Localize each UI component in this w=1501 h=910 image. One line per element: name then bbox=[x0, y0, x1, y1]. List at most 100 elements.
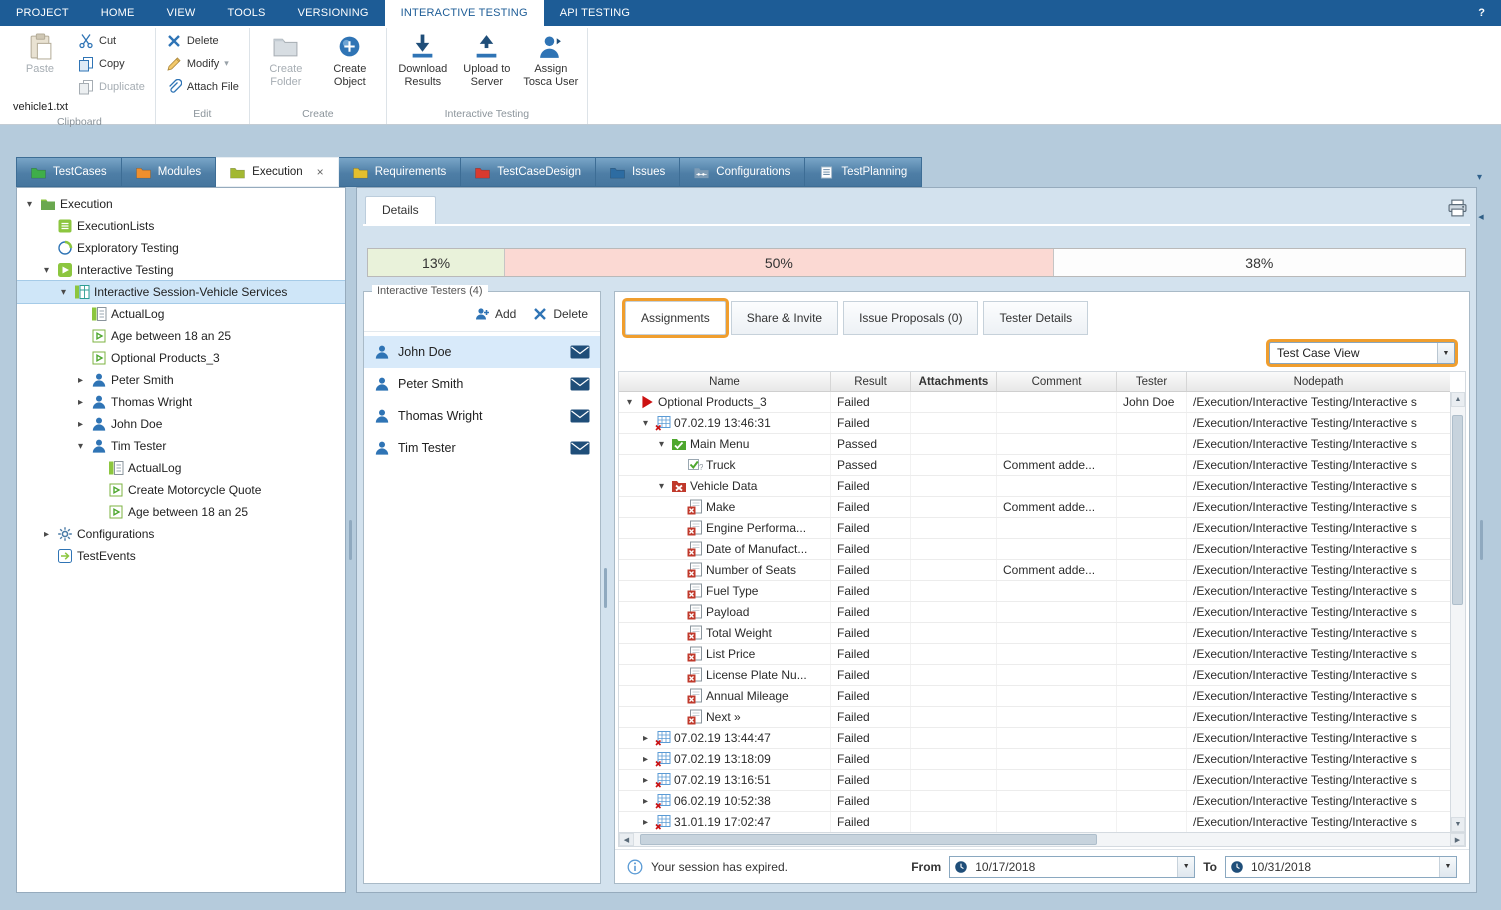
tree-expander-icon[interactable]: ▸ bbox=[74, 375, 87, 386]
row-expander-icon[interactable]: ▾ bbox=[623, 397, 636, 408]
tree-expander-icon[interactable]: ▸ bbox=[74, 397, 87, 408]
table-row-optional-products-3[interactable]: ▾Optional Products_3FailedJohn Doe/Execu… bbox=[619, 392, 1450, 413]
testers-splitter[interactable] bbox=[601, 291, 614, 884]
tree-item-interactive-session-vehicle-services[interactable]: ▾Interactive Session-Vehicle Services bbox=[17, 281, 345, 303]
tree-item-exploratory-testing[interactable]: Exploratory Testing bbox=[17, 237, 345, 259]
tree-item-thomas-wright[interactable]: ▸Thomas Wright bbox=[17, 391, 345, 413]
column-header-name[interactable]: Name bbox=[619, 372, 831, 391]
table-row-number-of-seats[interactable]: Number of SeatsFailedComment adde.../Exe… bbox=[619, 560, 1450, 581]
tab-share-invite[interactable]: Share & Invite bbox=[731, 301, 838, 335]
close-icon[interactable]: × bbox=[317, 166, 324, 178]
upload-to-server-button[interactable]: Upload to Server bbox=[458, 30, 516, 88]
row-expander-icon[interactable]: ▾ bbox=[655, 481, 668, 492]
table-row-date-of-manufact[interactable]: Date of Manufact...Failed/Execution/Inte… bbox=[619, 539, 1450, 560]
scrollbar-thumb-horizontal[interactable] bbox=[640, 834, 1097, 845]
tree-item-age-between-18-an-25[interactable]: Age between 18 an 25 bbox=[17, 325, 345, 347]
scroll-up-icon[interactable]: ▲ bbox=[1451, 392, 1465, 407]
envelope-icon[interactable] bbox=[570, 409, 590, 423]
from-date-picker[interactable]: 10/17/2018 ▼ bbox=[949, 856, 1195, 878]
delete-button[interactable]: Delete bbox=[163, 30, 242, 51]
table-row-next[interactable]: Next »Failed/Execution/Interactive Testi… bbox=[619, 707, 1450, 728]
tree-item-create-motorcycle-quote[interactable]: Create Motorcycle Quote bbox=[17, 479, 345, 501]
column-header-result[interactable]: Result bbox=[831, 372, 911, 391]
tester-item-peter-smith[interactable]: Peter Smith bbox=[364, 368, 600, 400]
scroll-down-icon[interactable]: ▼ bbox=[1451, 817, 1465, 832]
table-row-annual-mileage[interactable]: Annual MileageFailed/Execution/Interacti… bbox=[619, 686, 1450, 707]
menu-tab-versioning[interactable]: VERSIONING bbox=[282, 0, 385, 26]
row-expander-icon[interactable]: ▸ bbox=[639, 796, 652, 807]
table-row-list-price[interactable]: List PriceFailed/Execution/Interactive T… bbox=[619, 644, 1450, 665]
tree-item-execution[interactable]: ▾Execution bbox=[17, 193, 345, 215]
download-results-button[interactable]: Download Results bbox=[394, 30, 452, 88]
table-row-vehicle-data[interactable]: ▾Vehicle DataFailed/Execution/Interactiv… bbox=[619, 476, 1450, 497]
tree-item-john-doe[interactable]: ▸John Doe bbox=[17, 413, 345, 435]
column-header-nodepath[interactable]: Nodepath bbox=[1187, 372, 1450, 391]
splitter-grip[interactable] bbox=[1480, 520, 1483, 560]
column-header-attachments[interactable]: Attachments bbox=[911, 372, 997, 391]
table-row-truck[interactable]: ?TruckPassedComment adde.../Execution/In… bbox=[619, 455, 1450, 476]
collapse-panel-icon[interactable]: ◀ bbox=[1477, 213, 1485, 221]
row-expander-icon[interactable]: ▸ bbox=[639, 775, 652, 786]
menu-tab-home[interactable]: HOME bbox=[85, 0, 151, 26]
add-tester-button[interactable]: Add bbox=[474, 306, 516, 322]
tree-item-actuallog[interactable]: ActualLog bbox=[17, 303, 345, 325]
tab-tester-details[interactable]: Tester Details bbox=[983, 301, 1088, 335]
tree-item-peter-smith[interactable]: ▸Peter Smith bbox=[17, 369, 345, 391]
scrollbar-track-horizontal[interactable] bbox=[634, 833, 1450, 846]
menu-tab-tools[interactable]: TOOLS bbox=[211, 0, 281, 26]
create-object-button[interactable]: Create Object bbox=[321, 30, 379, 88]
splitter-grip[interactable] bbox=[604, 568, 607, 608]
tab-testcases[interactable]: TestCases bbox=[16, 157, 122, 187]
tester-item-tim-tester[interactable]: Tim Tester bbox=[364, 432, 600, 464]
row-expander-icon[interactable]: ▾ bbox=[655, 439, 668, 450]
tab-testplanning[interactable]: TestPlanning bbox=[805, 157, 922, 187]
tree-expander-icon[interactable]: ▾ bbox=[40, 265, 53, 276]
envelope-icon[interactable] bbox=[570, 377, 590, 391]
tree-item-executionlists[interactable]: ExecutionLists bbox=[17, 215, 345, 237]
horizontal-scrollbar[interactable]: ◀ ▶ bbox=[618, 832, 1466, 847]
attach-file-button[interactable]: Attach File bbox=[163, 76, 242, 97]
copy-button[interactable]: Copy bbox=[75, 53, 148, 74]
row-expander-icon[interactable]: ▾ bbox=[639, 418, 652, 429]
tree-item-actuallog[interactable]: ActualLog bbox=[17, 457, 345, 479]
tester-item-john-doe[interactable]: John Doe bbox=[364, 336, 600, 368]
tree-expander-icon[interactable]: ▾ bbox=[57, 287, 70, 298]
to-date-picker[interactable]: 10/31/2018 ▼ bbox=[1225, 856, 1457, 878]
modify-button[interactable]: Modify▾ bbox=[163, 53, 242, 74]
tree-expander-icon[interactable]: ▾ bbox=[74, 441, 87, 452]
envelope-icon[interactable] bbox=[570, 345, 590, 359]
assign-tosca-user-button[interactable]: Assign Tosca User bbox=[522, 30, 580, 88]
help-button[interactable]: ? bbox=[1462, 0, 1501, 26]
table-row-06-02-19-10-52-38[interactable]: ▸06.02.19 10:52:38Failed/Execution/Inter… bbox=[619, 791, 1450, 812]
table-row-07-02-19-13-18-09[interactable]: ▸07.02.19 13:18:09Failed/Execution/Inter… bbox=[619, 749, 1450, 770]
right-splitter[interactable]: ◀ bbox=[1477, 187, 1485, 893]
scroll-right-icon[interactable]: ▶ bbox=[1450, 833, 1465, 846]
tab-details[interactable]: Details bbox=[365, 196, 436, 224]
row-expander-icon[interactable]: ▸ bbox=[639, 733, 652, 744]
delete-tester-button[interactable]: Delete bbox=[532, 306, 588, 322]
table-row-07-02-19-13-44-47[interactable]: ▸07.02.19 13:44:47Failed/Execution/Inter… bbox=[619, 728, 1450, 749]
tree-item-testevents[interactable]: TestEvents bbox=[17, 545, 345, 567]
tree-splitter[interactable] bbox=[346, 187, 356, 893]
tab-requirements[interactable]: Requirements bbox=[339, 157, 462, 187]
table-row-07-02-19-13-46-31[interactable]: ▾07.02.19 13:46:31Failed/Execution/Inter… bbox=[619, 413, 1450, 434]
row-expander-icon[interactable]: ▸ bbox=[639, 817, 652, 828]
row-expander-icon[interactable]: ▸ bbox=[639, 754, 652, 765]
tree-expander-icon[interactable]: ▸ bbox=[74, 419, 87, 430]
print-icon[interactable] bbox=[1447, 199, 1468, 217]
table-row-engine-performa[interactable]: Engine Performa...Failed/Execution/Inter… bbox=[619, 518, 1450, 539]
view-mode-select[interactable]: Test Case View ▼ bbox=[1269, 342, 1455, 364]
table-row-license-plate-nu[interactable]: License Plate Nu...Failed/Execution/Inte… bbox=[619, 665, 1450, 686]
menu-tab-project[interactable]: PROJECT bbox=[0, 0, 85, 26]
table-row-total-weight[interactable]: Total WeightFailed/Execution/Interactive… bbox=[619, 623, 1450, 644]
tree-item-optional-products-3[interactable]: Optional Products_3 bbox=[17, 347, 345, 369]
tree-expander-icon[interactable]: ▾ bbox=[23, 199, 36, 210]
table-row-main-menu[interactable]: ▾Main MenuPassed/Execution/Interactive T… bbox=[619, 434, 1450, 455]
tab-assignments[interactable]: Assignments bbox=[625, 301, 726, 335]
table-row-make[interactable]: MakeFailedComment adde.../Execution/Inte… bbox=[619, 497, 1450, 518]
splitter-grip[interactable] bbox=[349, 520, 352, 560]
tree-item-configurations[interactable]: ▸Configurations bbox=[17, 523, 345, 545]
table-row-07-02-19-13-16-51[interactable]: ▸07.02.19 13:16:51Failed/Execution/Inter… bbox=[619, 770, 1450, 791]
vertical-scrollbar[interactable]: ▲ ▼ bbox=[1450, 392, 1465, 832]
tab-overflow-chevron-icon[interactable]: ▾ bbox=[1474, 172, 1485, 187]
